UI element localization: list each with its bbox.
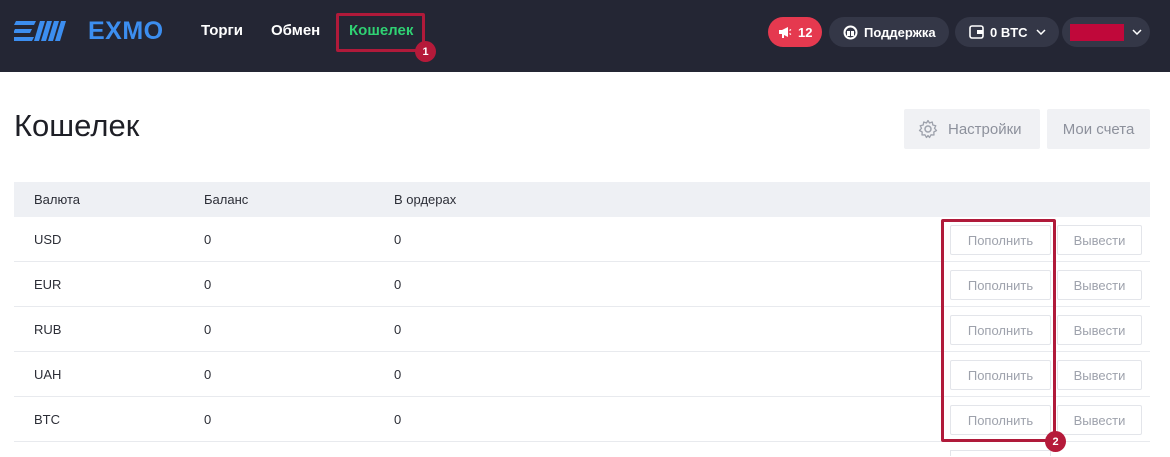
withdraw-button[interactable]: Вывести — [1057, 360, 1142, 390]
my-accounts-button[interactable]: Мои счета — [1047, 109, 1150, 149]
balance-dropdown[interactable]: 0 BTC — [955, 17, 1059, 47]
column-currency: Валюта — [34, 192, 80, 207]
in-orders-cell: 0 — [394, 322, 402, 337]
support-button[interactable]: Поддержка — [829, 17, 949, 47]
currency-cell: BTC — [34, 412, 60, 427]
annotation-box-wallet-nav — [336, 13, 425, 52]
currency-cell: USD — [34, 232, 62, 247]
settings-label: Настройки — [948, 120, 1022, 138]
balance-cell: 0 — [204, 232, 212, 247]
in-orders-cell: 0 — [394, 412, 402, 427]
exmo-logo[interactable]: EXMO — [14, 17, 164, 45]
balance-cell: 0 — [204, 412, 212, 427]
annotation-box-deposit-column — [941, 219, 1056, 442]
top-navigation-bar: EXMO Торги Обмен Кошелек 12 Поддержка 0 … — [0, 0, 1170, 72]
chevron-down-icon — [1036, 29, 1046, 35]
support-label: Поддержка — [864, 24, 936, 40]
column-in-orders: В ордерах — [394, 192, 457, 207]
column-balance: Баланс — [204, 192, 249, 207]
table-header: Валюта Баланс В ордерах — [14, 182, 1150, 217]
withdraw-button[interactable]: Вывести — [1057, 270, 1142, 300]
settings-button[interactable]: Настройки — [904, 109, 1040, 149]
wallet-icon — [969, 25, 984, 39]
exmo-logo-icon — [14, 21, 66, 41]
currency-cell: EUR — [34, 277, 62, 292]
gear-icon — [918, 119, 938, 139]
deposit-button-partial[interactable] — [950, 450, 1051, 456]
table-row-partial — [14, 442, 1150, 456]
currency-cell: UAH — [34, 367, 62, 382]
withdraw-button[interactable]: Вывести — [1057, 405, 1142, 435]
notifications-count: 12 — [798, 24, 813, 40]
annotation-badge: 1 — [415, 41, 436, 62]
brand-name: EXMO — [88, 16, 164, 45]
balance-label: 0 BTC — [990, 24, 1028, 40]
nav-exchange[interactable]: Обмен — [271, 22, 320, 39]
withdraw-button[interactable]: Вывести — [1057, 315, 1142, 345]
page-title: Кошелек — [14, 108, 140, 143]
in-orders-cell: 0 — [394, 367, 402, 382]
balance-cell: 0 — [204, 367, 212, 382]
chevron-down-icon — [1132, 29, 1142, 35]
in-orders-cell: 0 — [394, 277, 402, 292]
withdraw-button[interactable]: Вывести — [1057, 225, 1142, 255]
balance-cell: 0 — [204, 277, 212, 292]
megaphone-icon — [779, 27, 792, 38]
support-icon — [843, 25, 858, 39]
user-menu[interactable] — [1062, 17, 1150, 47]
nav-trading[interactable]: Торги — [201, 22, 243, 39]
notifications-button[interactable]: 12 — [768, 17, 822, 47]
currency-cell: RUB — [34, 322, 62, 337]
in-orders-cell: 0 — [394, 232, 402, 247]
annotation-badge: 2 — [1045, 431, 1066, 452]
balance-cell: 0 — [204, 322, 212, 337]
redacted-username — [1070, 23, 1124, 41]
